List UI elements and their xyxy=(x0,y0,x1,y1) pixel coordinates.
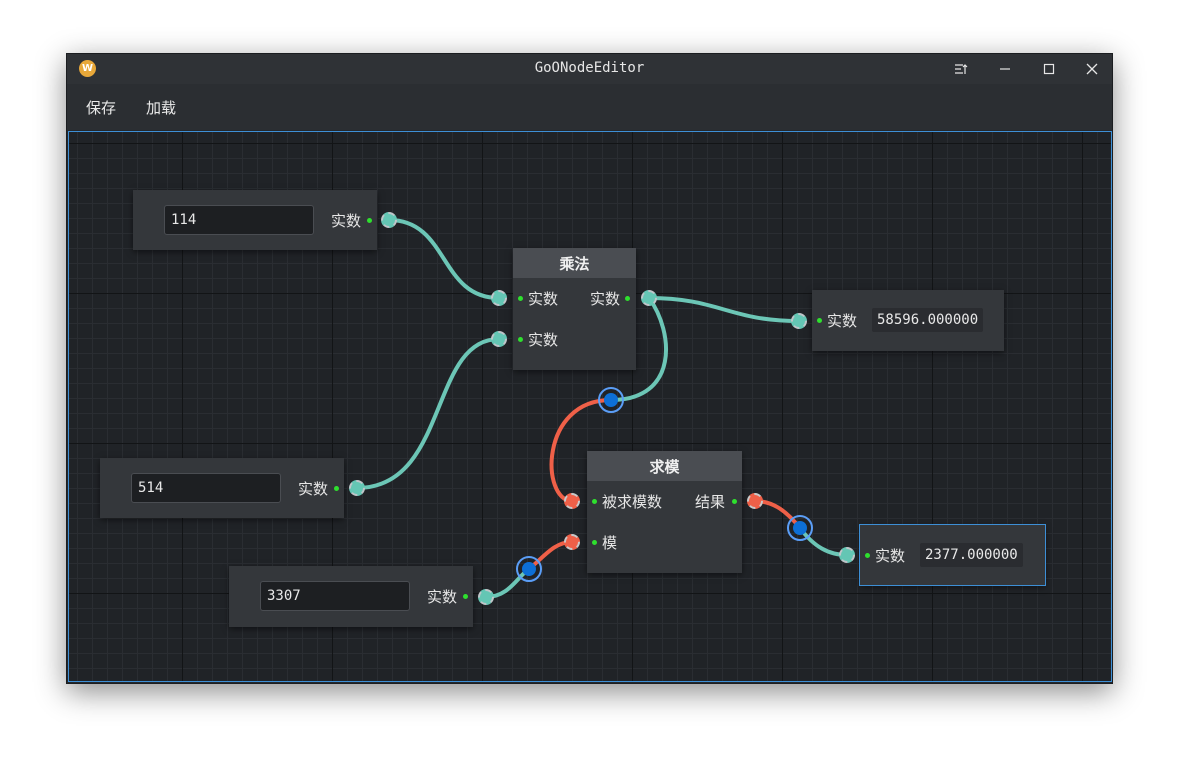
port-multiply-in1[interactable] xyxy=(491,290,507,306)
wire-input1-to-multiply xyxy=(388,218,500,300)
port-input2-out[interactable] xyxy=(349,480,365,496)
port-input1-out[interactable] xyxy=(381,212,397,228)
modulo-input-2-label: 模 xyxy=(602,534,618,552)
pin-indicator xyxy=(518,296,523,301)
maximize-icon[interactable] xyxy=(1029,54,1069,84)
input-node-1[interactable]: 实数 xyxy=(133,190,377,250)
port-display2-in[interactable] xyxy=(839,547,855,563)
app-window: W GoONodeEditor 保存 加载 114 实数 514 实数 3307… xyxy=(66,53,1113,684)
multiply-input-1-label: 实数 xyxy=(528,290,559,308)
close-icon[interactable] xyxy=(1072,54,1112,84)
pin-indicator xyxy=(518,337,523,342)
port-modulo-in2[interactable] xyxy=(564,534,580,550)
output-label: 实数 xyxy=(298,480,329,498)
reroute-point-1[interactable] xyxy=(598,387,624,413)
input-label: 实数 xyxy=(827,312,858,330)
node-canvas[interactable]: 实数 实数 实数 乘法 实数 实数 实数 求模 被 xyxy=(68,131,1112,682)
menu-save[interactable]: 保存 xyxy=(86,97,116,118)
multiply-node-title: 乘法 xyxy=(513,248,636,278)
display-node-1[interactable]: 实数 58596.000000 xyxy=(812,290,1004,351)
pin-indicator xyxy=(625,296,630,301)
pin-indicator xyxy=(592,499,597,504)
modulo-node-title: 求模 xyxy=(587,451,742,481)
number-input-3[interactable] xyxy=(260,581,410,611)
port-modulo-in1[interactable] xyxy=(564,493,580,509)
result-value-1: 58596.000000 xyxy=(872,308,984,332)
menu-toggle-icon[interactable] xyxy=(941,54,981,84)
number-input-1[interactable] xyxy=(164,205,314,235)
result-value-2: 2377.000000 xyxy=(920,543,1023,567)
pin-indicator xyxy=(592,540,597,545)
modulo-input-1-label: 被求模数 xyxy=(602,493,663,511)
output-label: 实数 xyxy=(331,212,362,230)
port-input3-out[interactable] xyxy=(478,589,494,605)
wire-input2-to-multiply xyxy=(356,337,500,490)
reroute-point-2[interactable] xyxy=(516,556,542,582)
minimize-icon[interactable] xyxy=(985,54,1025,84)
reroute-point-3[interactable] xyxy=(787,515,813,541)
multiply-node[interactable]: 乘法 实数 实数 实数 xyxy=(513,248,636,370)
display-node-2[interactable]: 实数 2377.000000 xyxy=(859,524,1046,586)
number-input-2[interactable] xyxy=(131,473,281,503)
pin-indicator xyxy=(334,486,339,491)
multiply-output-label: 实数 xyxy=(590,290,621,308)
input-node-3[interactable]: 实数 xyxy=(229,566,473,627)
input-node-2[interactable]: 实数 xyxy=(100,458,344,518)
menu-load[interactable]: 加载 xyxy=(146,97,176,118)
pin-indicator xyxy=(463,594,468,599)
menu-bar: 保存 加载 xyxy=(67,84,1112,130)
port-display1-in[interactable] xyxy=(791,313,807,329)
title-bar[interactable]: W GoONodeEditor xyxy=(67,54,1112,84)
pin-indicator xyxy=(817,318,822,323)
pin-indicator xyxy=(732,499,737,504)
multiply-input-2-label: 实数 xyxy=(528,331,559,349)
pin-indicator xyxy=(865,553,870,558)
port-multiply-in2[interactable] xyxy=(491,331,507,347)
output-label: 实数 xyxy=(427,588,458,606)
wire-multiply-to-display1 xyxy=(648,296,800,323)
input-label: 实数 xyxy=(875,547,906,565)
modulo-node[interactable]: 求模 被求模数 结果 模 xyxy=(587,451,742,573)
pin-indicator xyxy=(367,218,372,223)
modulo-output-label: 结果 xyxy=(695,493,726,511)
port-multiply-out[interactable] xyxy=(641,290,657,306)
port-modulo-out[interactable] xyxy=(747,493,763,509)
